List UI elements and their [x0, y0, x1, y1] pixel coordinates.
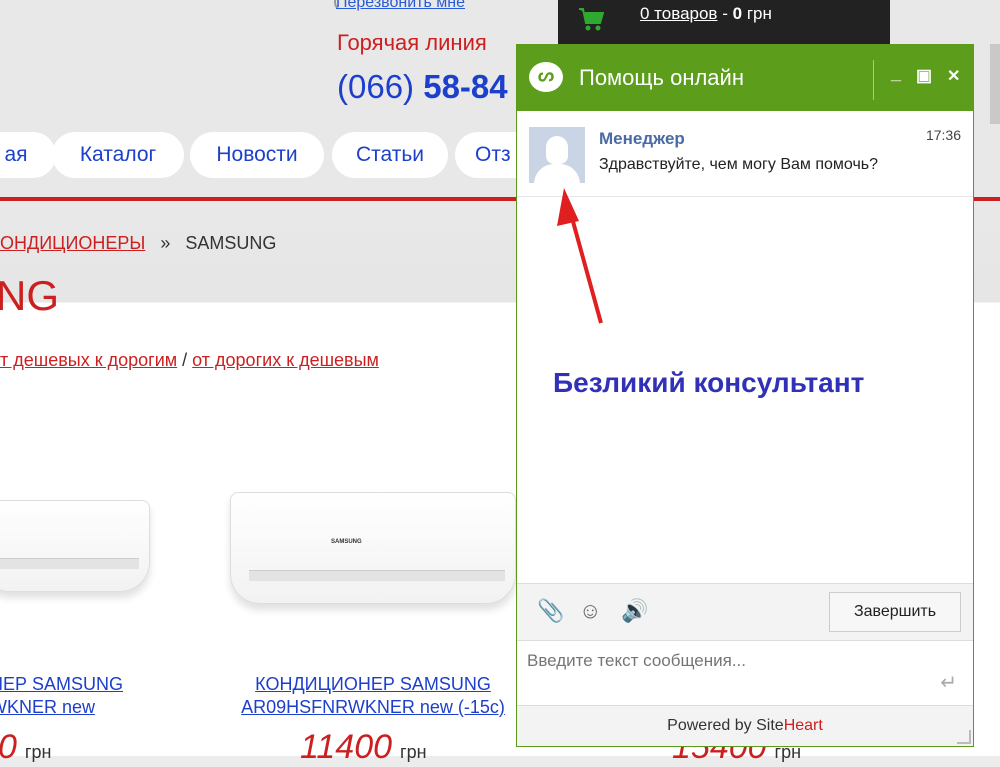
annotation-label: Безликий консультант — [553, 367, 865, 398]
finish-button[interactable]: Завершить — [829, 592, 961, 632]
message-input-area: ↵ — [517, 640, 973, 704]
breadcrumb-current: SAMSUNG — [185, 233, 277, 253]
resize-handle[interactable] — [957, 730, 971, 744]
cart-icon — [579, 8, 604, 31]
sort-sep: / — [182, 350, 188, 370]
phone-code: (066) — [337, 68, 415, 105]
hotline-phone: (066) 58-84 — [337, 68, 508, 106]
breadcrumb: ОНДИЦИОНЕРЫ » SAMSUNG — [0, 233, 276, 254]
enter-icon[interactable]: ↵ — [940, 670, 957, 695]
sort-expensive-first[interactable]: от дорогих к дешевым — [192, 350, 379, 370]
cart-dash: - — [722, 4, 728, 23]
nav-item-catalog[interactable]: Каталог — [52, 132, 184, 178]
speaker-icon[interactable]: 🔊 — [621, 598, 648, 624]
breadcrumb-parent[interactable]: ОНДИЦИОНЕРЫ — [0, 233, 145, 253]
breadcrumb-sep: » — [160, 233, 171, 253]
chat-toolbar: 📎 ☺ 🔊 Завершить — [517, 583, 973, 641]
cart-summary: 0 товаров - 0 грн — [640, 4, 772, 24]
hotline-label: Горячая линия — [337, 30, 487, 55]
product-name-1[interactable]: НЕР SAMSUNG WKNER new — [0, 673, 125, 719]
product-price-1: 0грн — [0, 728, 52, 766]
sort-cheap-first[interactable]: т дешевых к дорогим — [0, 350, 177, 370]
cart-sum: 0 — [732, 4, 743, 23]
cart-bar[interactable]: 0 товаров - 0 грн — [558, 0, 890, 44]
chat-widget: Помощь онлайн _ ▣ ✕ Менеджер 17:36 Здрав… — [516, 44, 974, 747]
phone-number: 58-84 — [423, 68, 508, 105]
nav-item-articles[interactable]: Статьи — [332, 132, 448, 178]
page-title: NG — [0, 272, 59, 319]
message-input[interactable] — [525, 646, 929, 676]
smile-icon[interactable]: ☺ — [579, 598, 601, 624]
nav-item-news[interactable]: Новости — [190, 132, 324, 178]
product-image-2[interactable]: SAMSUNG — [230, 492, 516, 604]
attach-icon[interactable]: 📎 — [537, 598, 564, 624]
sort-options: т дешевых к дорогим / от дорогих к дешев… — [0, 350, 379, 371]
ac-logo: SAMSUNG — [331, 539, 362, 545]
cart-items-link[interactable]: 0 товаров — [640, 4, 717, 23]
nav-item-main[interactable]: ая — [0, 132, 56, 178]
cart-currency: грн — [746, 4, 772, 23]
product-name-2[interactable]: КОНДИЦИОНЕР SAMSUNG AR09HSFNRWKNER new (-… — [230, 673, 516, 719]
product-price-2: 11400 грн — [300, 728, 427, 766]
product-image-1[interactable] — [0, 500, 150, 592]
annotation-arrow — [557, 188, 603, 324]
powered-by: Powered by SiteHeart — [517, 705, 973, 746]
callback-link[interactable]: Перезвонить мне — [336, 0, 465, 12]
page-scrollbar[interactable] — [990, 44, 1000, 124]
